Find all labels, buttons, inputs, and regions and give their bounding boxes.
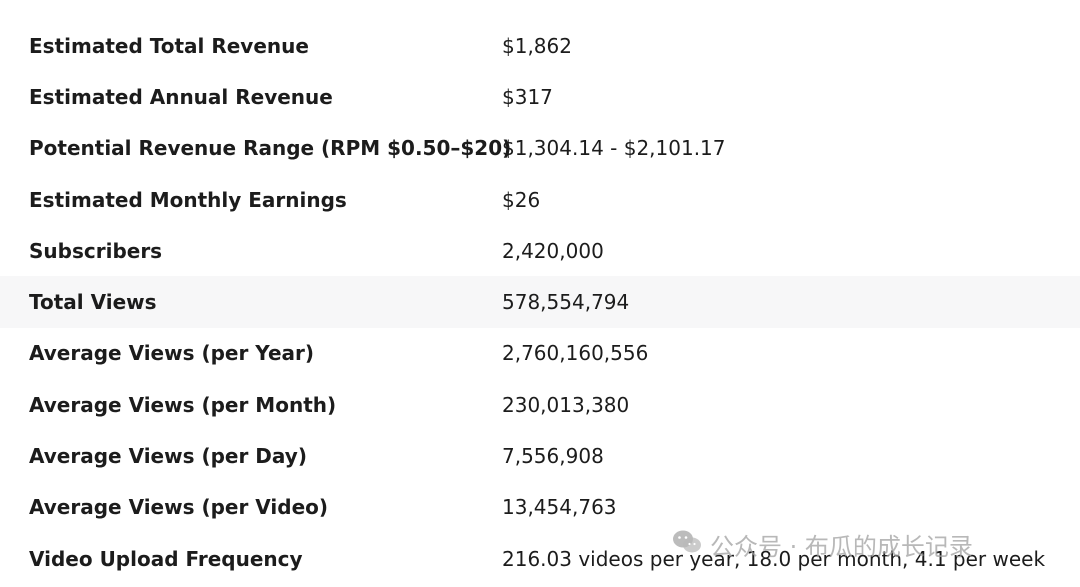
stat-value: 230,013,380	[502, 392, 630, 417]
stat-value: 2,420,000	[502, 238, 604, 263]
stat-label: Estimated Monthly Earnings	[29, 187, 347, 212]
stat-row-total-views: Total Views 578,554,794	[0, 276, 1080, 328]
stat-label: Total Views	[29, 290, 157, 315]
stat-row-potential-revenue-range: Potential Revenue Range (RPM $0.50–$20) …	[0, 123, 1080, 174]
stat-value: 13,454,763	[502, 495, 617, 520]
stat-label: Video Upload Frequency	[29, 546, 303, 571]
stat-row-subscribers: Subscribers 2,420,000	[0, 225, 1080, 276]
stat-value: 7,556,908	[502, 444, 604, 469]
stat-value: 216.03 videos per year, 18.0 per month, …	[502, 546, 1046, 571]
stat-label: Average Views (per Month)	[29, 392, 337, 417]
stat-value: 2,760,160,556	[502, 341, 649, 366]
stat-row-average-views-video: Average Views (per Video) 13,454,763	[0, 482, 1080, 533]
stat-value: $26	[502, 187, 541, 212]
stat-label: Estimated Total Revenue	[29, 33, 309, 58]
channel-stats-table: Estimated Total Revenue $1,862 Estimated…	[0, 20, 1080, 584]
stat-label: Potential Revenue Range (RPM $0.50–$20)	[29, 136, 512, 161]
stat-label: Average Views (per Video)	[29, 495, 329, 520]
stat-value: $317	[502, 84, 553, 109]
stat-row-average-views-year: Average Views (per Year) 2,760,160,556	[0, 328, 1080, 379]
stat-row-average-views-month: Average Views (per Month) 230,013,380	[0, 379, 1080, 430]
stat-value: $1,304.14 - $2,101.17	[502, 136, 726, 161]
stat-row-average-views-day: Average Views (per Day) 7,556,908	[0, 430, 1080, 481]
stat-row-estimated-total-revenue: Estimated Total Revenue $1,862	[0, 20, 1080, 71]
stat-label: Average Views (per Day)	[29, 444, 307, 469]
stat-row-estimated-annual-revenue: Estimated Annual Revenue $317	[0, 71, 1080, 122]
stat-label: Estimated Annual Revenue	[29, 84, 333, 109]
stat-label: Average Views (per Year)	[29, 341, 315, 366]
stat-row-video-upload-frequency: Video Upload Frequency 216.03 videos per…	[0, 533, 1080, 584]
stat-value: $1,862	[502, 33, 572, 58]
stat-label: Subscribers	[29, 238, 163, 263]
stat-row-estimated-monthly-earnings: Estimated Monthly Earnings $26	[0, 174, 1080, 225]
stat-value: 578,554,794	[502, 290, 630, 315]
